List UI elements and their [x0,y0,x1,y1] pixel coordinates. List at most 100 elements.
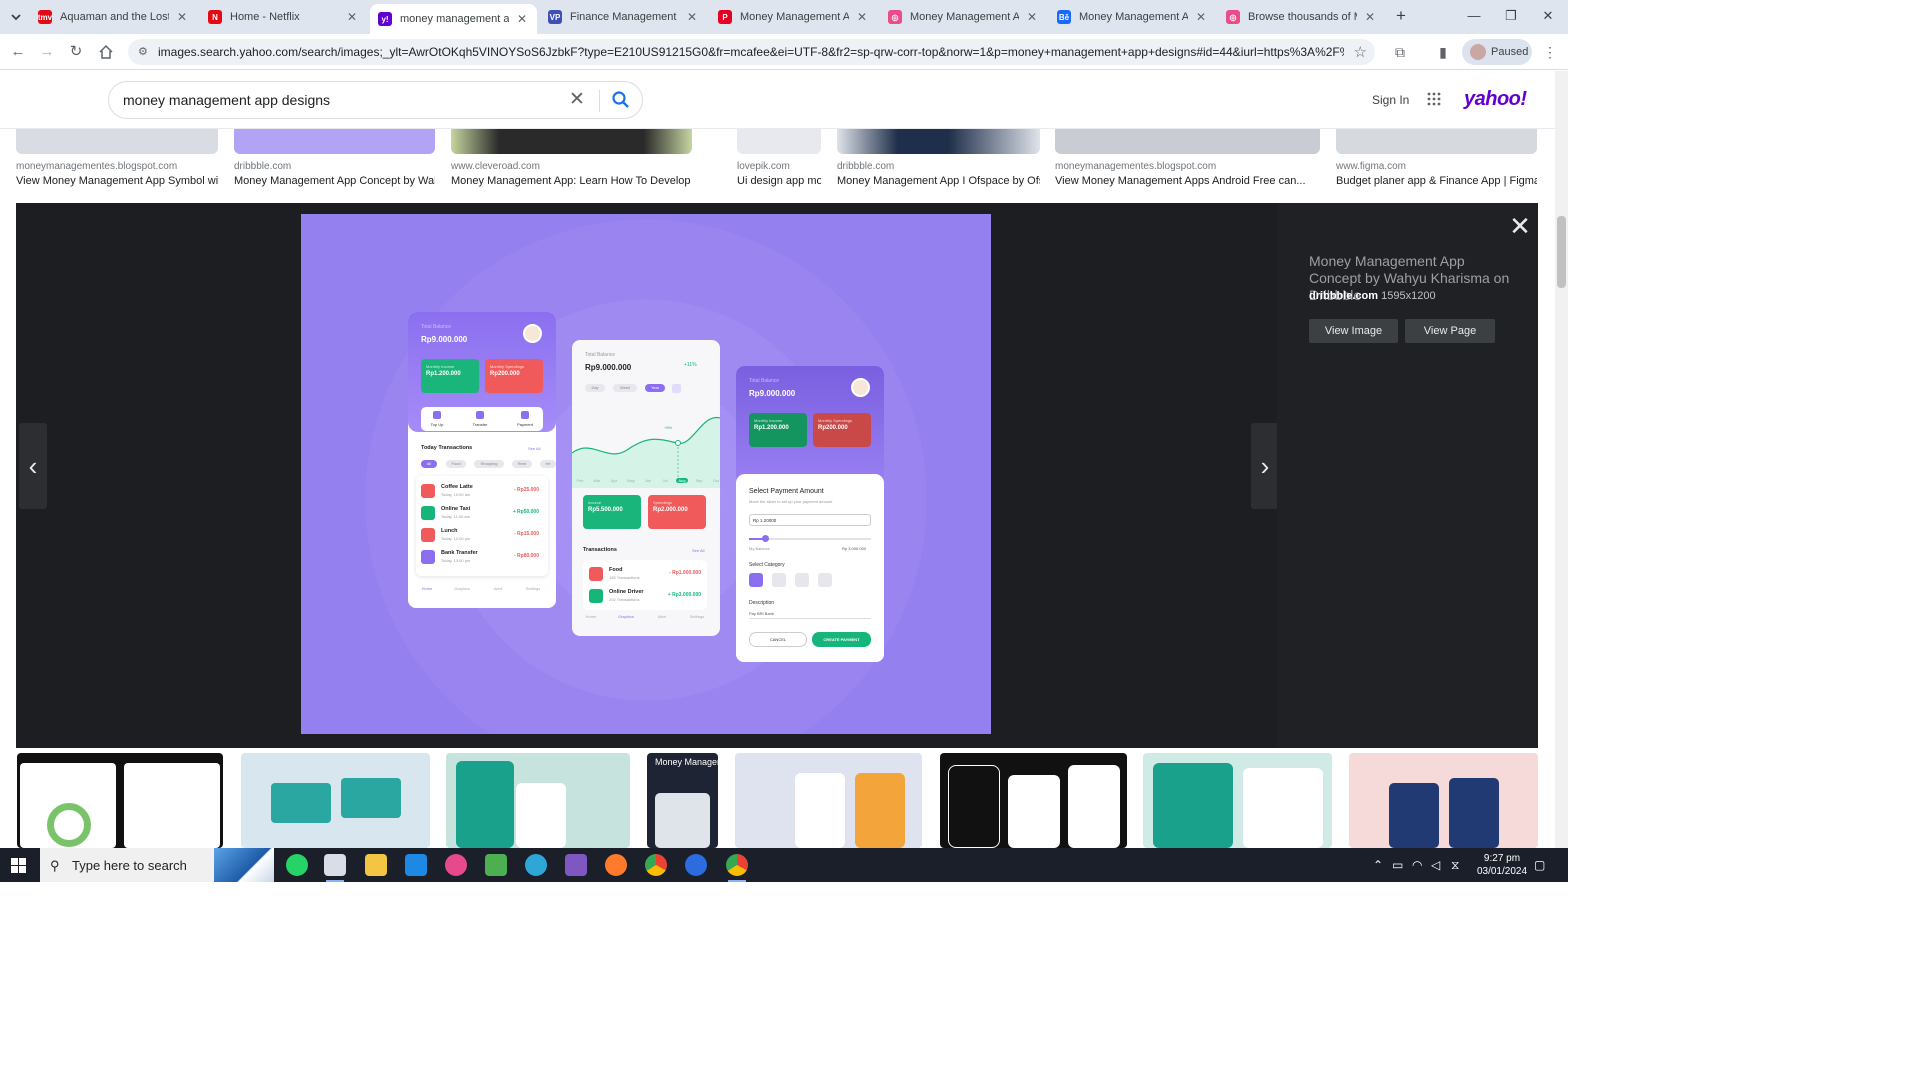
result-thumbnail[interactable] [1143,753,1332,848]
close-preview-button[interactable]: ✕ [1507,213,1533,239]
result-item-selected[interactable]: dribbble.com Money Management App Concep… [234,129,435,203]
tray-chevron-icon[interactable]: ⌃ [1373,858,1383,872]
tab-search-menu[interactable] [6,7,26,27]
apps-grid-icon[interactable] [1427,92,1441,106]
close-tab-icon[interactable]: ✕ [1025,10,1039,24]
result-thumbnail[interactable] [1336,129,1537,154]
app-window-icon[interactable] [324,854,346,882]
clear-search-icon[interactable]: ✕ [569,88,585,111]
side-panel-icon[interactable]: ▮ [1435,44,1451,60]
result-title[interactable]: Money Management App Concept by Wahyu... [234,175,435,187]
search-input[interactable] [123,90,553,110]
address-bar[interactable]: ⚙ images.search.yahoo.com/search/images;… [128,39,1375,65]
image-domain[interactable]: dribbble.com [1309,290,1378,302]
result-item[interactable]: www.cleveroad.com Money Management App: … [451,129,692,203]
result-thumbnail[interactable] [17,753,223,848]
preview-image[interactable]: Total Balance Rp9.000.000 Monthly Income… [301,214,991,734]
new-tab-button[interactable]: + [1391,6,1411,26]
browser-tab[interactable]: ◎ Browse thousands of Mo ✕ [1218,4,1385,30]
battery-icon[interactable]: ▭ [1392,858,1403,872]
browser-tab[interactable]: VP Finance Management | M ✕ [540,4,707,30]
close-tab-icon[interactable]: ✕ [685,10,699,24]
browser-tab[interactable]: tmv Aquaman and the Lost Ki ✕ [30,4,197,30]
result-thumbnail[interactable] [940,753,1127,848]
result-item[interactable]: www.figma.com Budget planer app & Financ… [1336,129,1537,203]
browser-tab[interactable]: Bē Money Management App ✕ [1049,4,1216,30]
result-thumbnail[interactable] [16,129,218,154]
system-clock[interactable]: 9:27 pm 03/01/2024 [1472,852,1532,878]
clock-time: 9:27 pm [1483,853,1521,864]
wifi-icon[interactable]: ◠ [1412,858,1422,872]
result-item[interactable]: moneymanagementes.blogspot.com View Mone… [1055,129,1320,203]
office-icon[interactable] [485,854,507,876]
bookmark-star-icon[interactable]: ☆ [1354,43,1367,61]
browser-tab[interactable]: y! money management app ✕ [370,4,537,34]
result-title[interactable]: Money Management App I Ofspace by Ofspa.… [837,175,1040,187]
chrome-icon[interactable] [645,854,667,876]
next-image-button[interactable]: › [1251,423,1279,509]
close-tab-icon[interactable]: ✕ [1363,10,1377,24]
result-thumbnail[interactable] [1349,753,1538,848]
whatsapp-icon[interactable] [286,854,308,876]
app-icon[interactable] [445,854,467,876]
page-scrollbar[interactable] [1555,71,1568,848]
close-window-button[interactable]: ✕ [1540,8,1556,24]
result-title[interactable]: Budget planer app & Finance App | Figma.… [1336,175,1537,187]
result-thumbnail[interactable] [1055,129,1320,154]
visual-studio-icon[interactable] [565,854,587,876]
browser-tab[interactable]: ◎ Money Management App ✕ [880,4,1047,30]
close-tab-icon[interactable]: ✕ [175,10,189,24]
result-thumbnail[interactable] [241,753,430,848]
result-title[interactable]: Money Management App: Learn How To Devel… [451,175,692,187]
reload-button[interactable]: ↻ [65,41,87,63]
previous-image-button[interactable]: ‹ [19,423,47,509]
windows-start-icon[interactable] [11,858,26,873]
volume-icon[interactable]: ◁ [1431,858,1440,872]
result-item[interactable]: dribbble.com Money Management App I Ofsp… [837,129,1040,203]
forward-button[interactable]: → [36,41,58,63]
close-tab-icon[interactable]: ✕ [515,12,529,26]
home-button[interactable] [95,41,117,63]
yahoo-logo[interactable]: yahoo! [1464,88,1527,111]
chrome-active-icon[interactable] [726,854,748,882]
scrollbar-thumb[interactable] [1557,216,1566,288]
profile-button[interactable]: Paused [1462,39,1532,65]
browser-tab[interactable]: P Money Management App ✕ [710,4,877,30]
minimize-button[interactable]: — [1466,8,1482,24]
kebab-menu-icon[interactable]: ⋮ [1542,44,1558,60]
result-item[interactable]: lovepik.com Ui design app mobile fin... [737,129,821,203]
result-item[interactable]: moneymanagementes.blogspot.com View Mone… [16,129,218,203]
file-explorer-icon[interactable] [365,854,387,876]
taskbar-search[interactable]: ⚲ Type here to search [40,848,274,882]
meet-now-icon[interactable]: ⧖ [1451,858,1459,873]
payment-icon [521,411,529,419]
result-thumbnail[interactable] [451,129,692,154]
close-tab-icon[interactable]: ✕ [855,10,869,24]
notifications-icon[interactable]: ▢ [1534,858,1545,872]
vscode-icon[interactable] [405,854,427,876]
result-title[interactable]: View Money Management Apps Android Free … [1055,175,1320,187]
restore-button[interactable]: ❐ [1503,8,1519,24]
close-tab-icon[interactable]: ✕ [345,10,359,24]
result-thumbnail[interactable] [737,129,821,154]
result-thumbnail[interactable]: Money Manager [647,753,718,848]
action-label: Top Up [430,422,444,427]
close-tab-icon[interactable]: ✕ [1194,10,1208,24]
result-thumbnail[interactable] [735,753,922,848]
result-thumbnail[interactable] [837,129,1040,154]
result-title[interactable]: Ui design app mobile fin... [737,175,821,187]
browser-tab[interactable]: N Home - Netflix ✕ [200,4,367,30]
app-icon[interactable] [605,854,627,876]
app-store-icon[interactable] [685,854,707,876]
result-thumbnail[interactable] [234,129,435,154]
result-thumbnail[interactable] [446,753,630,848]
extensions-icon[interactable]: ⧉ [1392,44,1408,60]
view-image-button[interactable]: View Image [1309,319,1398,343]
edge-icon[interactable] [525,854,547,876]
result-title[interactable]: View Money Management App Symbol withi..… [16,175,218,187]
view-page-button[interactable]: View Page [1405,319,1495,343]
site-info-icon[interactable]: ⚙ [138,45,152,59]
sign-in-link[interactable]: Sign In [1372,93,1409,107]
search-icon[interactable] [611,90,631,110]
back-button[interactable]: ← [7,41,29,63]
